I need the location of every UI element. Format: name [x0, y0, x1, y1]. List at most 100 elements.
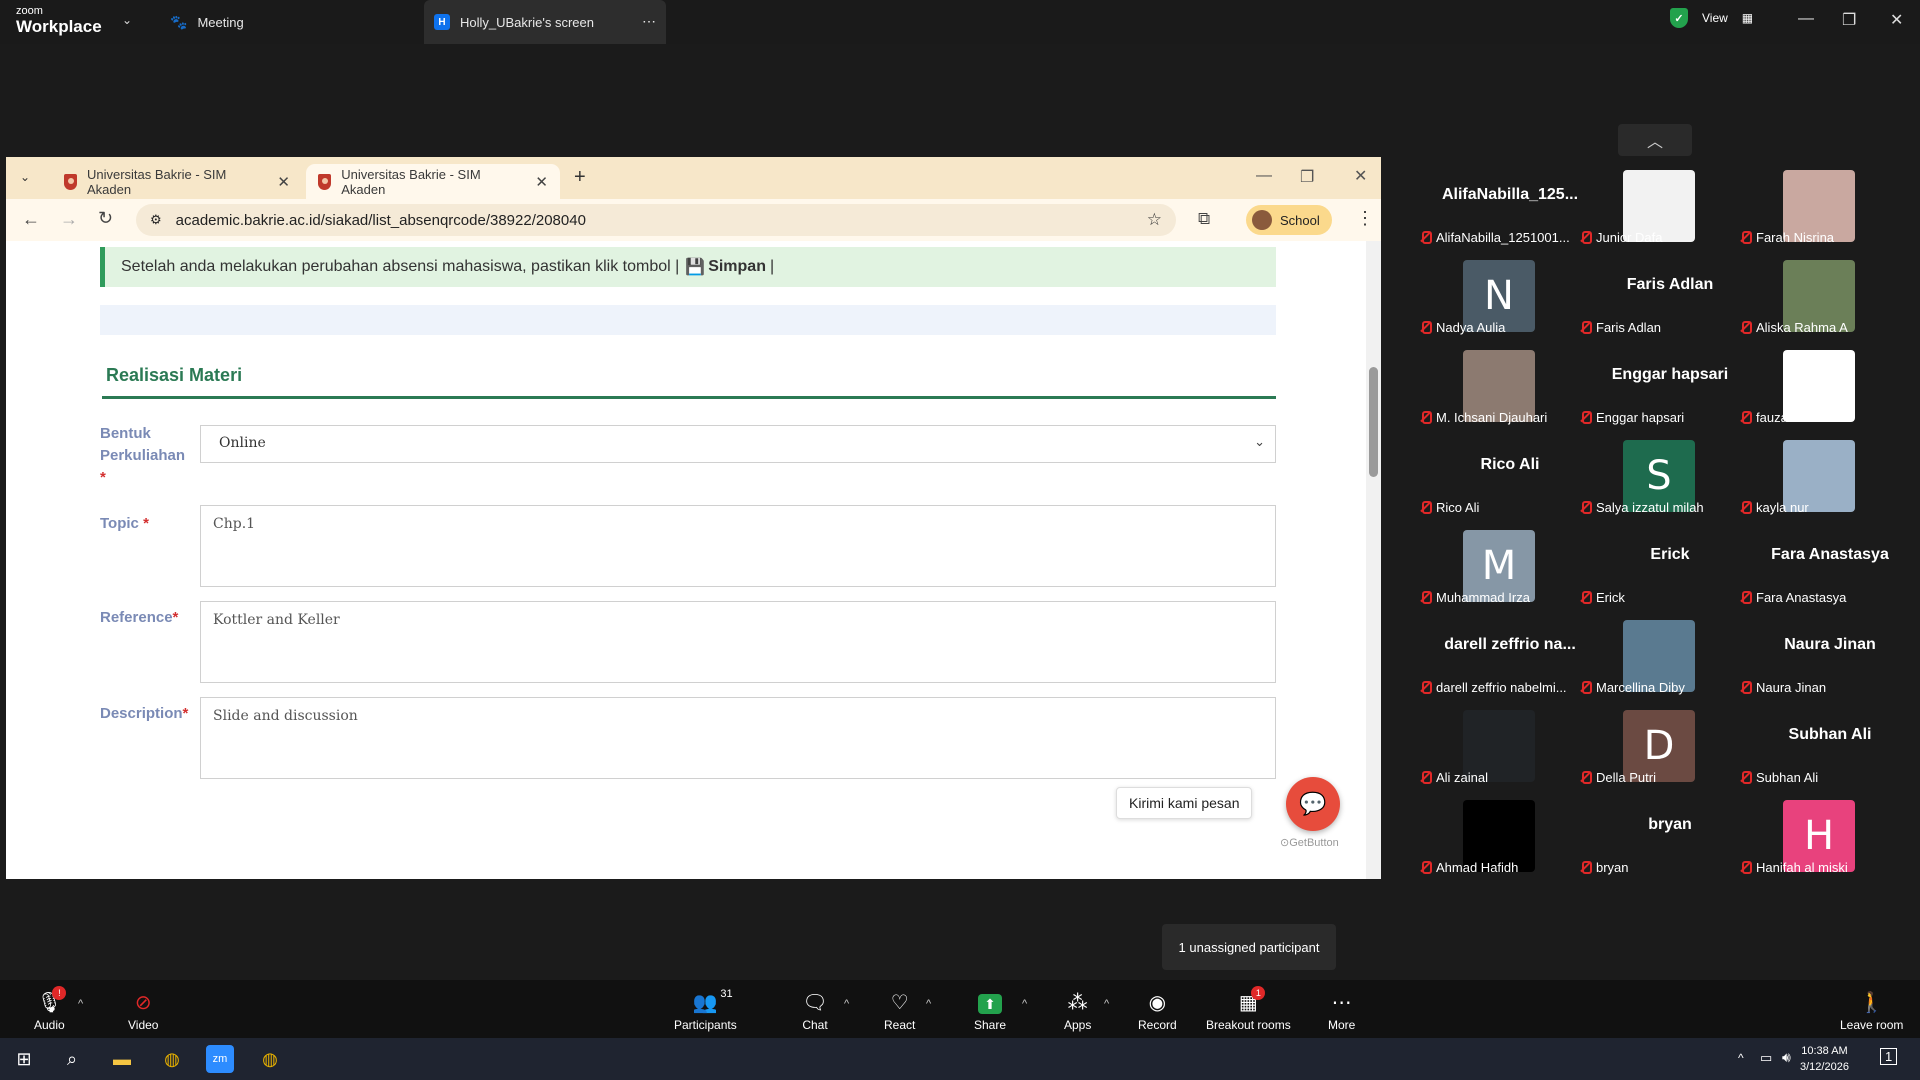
participant-tile[interactable]: Aliska Rahma A	[1740, 256, 1890, 340]
site-info-icon[interactable]: ⚙	[150, 212, 162, 228]
video-button[interactable]: ⊘ Video	[128, 980, 158, 1038]
minimize-icon[interactable]: —	[1256, 167, 1272, 185]
close-icon[interactable]: ✕	[1354, 166, 1367, 186]
back-icon[interactable]: ←	[22, 209, 40, 230]
leave-icon: 🚶	[1859, 991, 1885, 1014]
view-button[interactable]: ✓ View ▦	[1670, 8, 1753, 28]
unassigned-participant-notice[interactable]: 1 unassigned participant	[1162, 924, 1336, 970]
windows-start-icon[interactable]: ⊞	[10, 1045, 38, 1073]
chat-prompt-bubble[interactable]: Kirimi kami pesan	[1116, 787, 1253, 819]
new-tab-icon[interactable]: +	[574, 166, 586, 189]
chevron-up-icon[interactable]: ^	[1022, 998, 1027, 1010]
participant-tile[interactable]: Enggar hapsari Enggar hapsari	[1580, 346, 1730, 430]
bookmark-star-icon[interactable]: ☆	[1147, 210, 1162, 230]
participant-tile[interactable]: Rico Ali Rico Ali	[1420, 436, 1570, 520]
participant-tile[interactable]: Fara Anastasya Fara Anastasya	[1740, 526, 1890, 610]
gallery-scroll-up-button[interactable]: ︿	[1618, 124, 1692, 156]
apps-button[interactable]: ⁂ Apps	[1064, 980, 1091, 1038]
participant-name-label: Junior Dafa	[1580, 230, 1662, 245]
leave-room-button[interactable]: 🚶 Leave room	[1840, 980, 1903, 1038]
close-tab-icon[interactable]: ✕	[535, 173, 548, 191]
muted-mic-icon	[1420, 501, 1432, 514]
participants-button[interactable]: 👥 31 Participants	[674, 980, 737, 1038]
volume-icon[interactable]: 🔊︎	[1782, 1049, 1791, 1066]
topic-textarea[interactable]: Chp.1	[200, 505, 1276, 587]
participant-tile[interactable]: M Muhammad Irza	[1420, 526, 1570, 610]
participant-tile[interactable]: Ahmad Hafidh	[1420, 796, 1570, 880]
record-button[interactable]: ◉ Record	[1138, 980, 1177, 1038]
restore-icon[interactable]: ❐	[1842, 10, 1856, 30]
chevron-down-icon[interactable]: ⌄	[122, 13, 132, 27]
browser-tab-2[interactable]: Universitas Bakrie - SIM Akaden ✕	[306, 164, 560, 199]
reload-icon[interactable]: ↻	[98, 208, 113, 229]
participant-tile[interactable]: bryan bryan	[1580, 796, 1730, 880]
browser-toolbar: ← → ↻ ⚙ academic.bakrie.ac.id/siakad/lis…	[6, 199, 1381, 241]
browser-menu-icon[interactable]: ⋮	[1356, 208, 1374, 229]
more-button[interactable]: ⋯ More	[1328, 980, 1355, 1038]
reference-textarea[interactable]: Kottler and Keller	[200, 601, 1276, 683]
description-label: Description*	[100, 705, 189, 722]
chevron-up-icon[interactable]: ^	[78, 998, 83, 1010]
network-icon[interactable]: ▭	[1760, 1050, 1772, 1066]
extensions-icon[interactable]: ⧉	[1198, 209, 1210, 229]
chevron-up-icon[interactable]: ^	[1104, 998, 1109, 1010]
address-bar[interactable]: ⚙ academic.bakrie.ac.id/siakad/list_abse…	[136, 204, 1176, 236]
chevron-up-icon[interactable]: ^	[1738, 1051, 1744, 1065]
tab-search-icon[interactable]: ⌄	[20, 170, 30, 184]
chrome-icon[interactable]: ◍	[158, 1045, 186, 1073]
chrome-active-icon[interactable]: ◍	[256, 1045, 284, 1073]
file-explorer-icon[interactable]: ▬	[108, 1045, 136, 1073]
zoom-app-icon[interactable]: zm	[206, 1045, 234, 1073]
muted-mic-icon	[1580, 231, 1592, 244]
chat-widget-button[interactable]: 💬	[1286, 777, 1340, 831]
taskbar-clock[interactable]: 10:38 AM 3/12/2026	[1800, 1043, 1849, 1075]
bentuk-perkuliahan-select[interactable]: Online ⌄	[200, 425, 1276, 463]
participant-tile[interactable]: Ali zainal	[1420, 706, 1570, 790]
search-icon[interactable]: ⌕	[58, 1045, 86, 1073]
react-button[interactable]: ♡ React	[884, 980, 915, 1038]
share-screen-icon: ⬆	[978, 994, 1003, 1014]
tab-shared-screen[interactable]: H Holly_UBakrie's screen ⋯	[424, 0, 666, 44]
breakout-rooms-button[interactable]: ▦ 1 Breakout rooms	[1206, 980, 1291, 1038]
browser-tab-1[interactable]: Universitas Bakrie - SIM Akaden ✕	[52, 164, 302, 199]
participant-tile[interactable]: Marcellina Diby	[1580, 616, 1730, 700]
participant-tile[interactable]: kayla nur	[1740, 436, 1890, 520]
chevron-up-icon[interactable]: ^	[926, 998, 931, 1010]
participant-tile[interactable]: M. Ichsani Djauhari	[1420, 346, 1570, 430]
chevron-up-icon[interactable]: ^	[844, 998, 849, 1010]
forward-icon[interactable]: →	[60, 209, 78, 230]
participant-tile[interactable]: Faris Adlan Faris Adlan	[1580, 256, 1730, 340]
tab-meeting[interactable]: 🐾 Meeting	[170, 0, 244, 44]
participant-tile[interactable]: Junior Dafa	[1580, 166, 1730, 250]
audio-button[interactable]: 🎙! Audio	[34, 980, 67, 1038]
restore-icon[interactable]: ❐	[1300, 167, 1314, 187]
participant-tile[interactable]: Naura Jinan Naura Jinan	[1740, 616, 1890, 700]
minimize-icon[interactable]: —	[1798, 10, 1814, 28]
share-button[interactable]: ⬆ Share	[974, 980, 1006, 1038]
participant-tile[interactable]: N Nadya Aulia	[1420, 256, 1570, 340]
participant-tile[interactable]: H Hanifah al miski	[1740, 796, 1890, 880]
profile-button[interactable]: School	[1246, 205, 1332, 235]
breakout-rooms-icon: ▦ 1	[1235, 986, 1266, 1014]
more-options-icon[interactable]: ⋯	[642, 13, 656, 30]
participant-name-label: Marcellina Diby	[1580, 680, 1685, 695]
page-scrollbar[interactable]	[1366, 241, 1381, 879]
participant-tile[interactable]: Subhan Ali Subhan Ali	[1740, 706, 1890, 790]
participant-display-name: darell zeffrio na...	[1444, 636, 1576, 653]
participant-tile[interactable]: Erick Erick	[1580, 526, 1730, 610]
participant-name-label: kayla nur	[1740, 500, 1809, 515]
participant-tile[interactable]: S Salya izzatul milah	[1580, 436, 1730, 520]
scrollbar-thumb[interactable]	[1369, 367, 1378, 477]
description-textarea[interactable]: Slide and discussion	[200, 697, 1276, 779]
participant-tile[interactable]: Farah Nisrina	[1740, 166, 1890, 250]
participant-tile[interactable]: fauzan akmal	[1740, 346, 1890, 430]
close-tab-icon[interactable]: ✕	[277, 173, 290, 191]
zoom-title-bar: zoom Workplace ⌄ 🐾 Meeting H Holly_UBakr…	[0, 0, 1920, 44]
participant-tile[interactable]: D Della Putri	[1580, 706, 1730, 790]
participant-tile[interactable]: darell zeffrio na... darell zeffrio nabel…	[1420, 616, 1576, 700]
participant-tile[interactable]: AlifaNabilla_125... AlifaNabilla_1251001.…	[1420, 166, 1578, 250]
close-icon[interactable]: ✕	[1890, 10, 1903, 30]
notification-icon[interactable]: 1	[1880, 1048, 1898, 1065]
paw-icon: 🐾	[170, 13, 188, 30]
chat-button[interactable]: 🗨 Chat	[802, 980, 828, 1038]
